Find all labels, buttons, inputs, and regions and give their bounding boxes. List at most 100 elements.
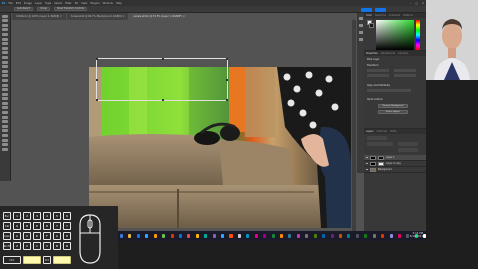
transform-handle[interactable]	[96, 58, 98, 60]
taskbar-app-icon[interactable]	[389, 234, 393, 238]
menu-help[interactable]: Help	[116, 2, 122, 5]
auto-select-checkbox[interactable]: Auto-Select:	[14, 7, 34, 11]
menu-type[interactable]: Type	[45, 2, 51, 5]
taskbar-app-icon[interactable]	[280, 234, 284, 238]
taskbar-app-icon[interactable]	[170, 234, 174, 238]
tab-gradients[interactable]: Gradients	[389, 14, 400, 17]
tool-icon[interactable]	[2, 147, 8, 151]
taskbar-app-icon[interactable]	[381, 234, 385, 238]
tool-icon[interactable]	[2, 120, 8, 124]
tool-icon[interactable]	[2, 101, 8, 105]
app-logo[interactable]: Ps	[2, 2, 5, 5]
remove-background-button[interactable]: Remove Background	[378, 104, 408, 108]
taskbar-app-icon[interactable]	[212, 234, 216, 238]
tool-icon[interactable]	[2, 138, 8, 142]
tab-adjustments[interactable]: Adjustments	[381, 52, 395, 55]
height-field[interactable]	[394, 69, 416, 72]
taskbar-app-icon[interactable]	[178, 234, 182, 238]
tool-icon[interactable]	[2, 97, 8, 101]
share-button[interactable]	[361, 7, 372, 12]
width-field[interactable]	[367, 69, 389, 72]
history-icon[interactable]	[358, 17, 363, 20]
minimize-button[interactable]: –	[410, 2, 411, 5]
x-field[interactable]	[367, 74, 389, 77]
show-transform-checkbox[interactable]: Show Transform Controls	[54, 7, 88, 11]
taskbar-app-icon[interactable]	[338, 234, 342, 238]
menu-layer[interactable]: Layer	[35, 2, 42, 5]
taskbar-app-icon[interactable]	[322, 234, 326, 238]
taskbar-app-icon[interactable]	[347, 234, 351, 238]
tool-icon[interactable]	[2, 32, 8, 36]
tab-paths[interactable]: Paths	[390, 130, 396, 133]
system-tray-clock[interactable]: 3:14 PM 5/19/2021	[410, 232, 423, 239]
taskbar-app-icon[interactable]	[246, 234, 250, 238]
tool-icon[interactable]	[2, 14, 8, 18]
tool-icon[interactable]	[2, 55, 8, 59]
taskbar-app-icon[interactable]	[145, 234, 149, 238]
layer-row[interactable]: Background	[364, 167, 426, 173]
tab-libraries[interactable]: Libraries	[398, 52, 408, 55]
opacity-field[interactable]	[398, 142, 418, 146]
paragraph-icon[interactable]	[358, 38, 363, 41]
color-picker-field[interactable]	[376, 20, 414, 50]
eye-icon[interactable]	[366, 162, 368, 165]
tool-icon[interactable]	[2, 83, 8, 87]
tab-color[interactable]: Color	[366, 14, 372, 17]
eye-icon[interactable]	[366, 168, 368, 171]
tool-icon[interactable]	[2, 111, 8, 115]
taskbar-app-icon[interactable]	[229, 234, 233, 238]
auto-select-dropdown[interactable]: Group	[37, 7, 51, 11]
taskbar-app-icon[interactable]	[364, 234, 368, 238]
tool-icon[interactable]	[2, 129, 8, 133]
tool-icon[interactable]	[2, 23, 8, 27]
select-subject-button[interactable]: Select Subject	[378, 110, 408, 114]
taskbar-app-icon[interactable]	[288, 234, 292, 238]
tool-icon[interactable]	[2, 134, 8, 138]
menu-window[interactable]: Window	[103, 2, 113, 5]
transform-handle[interactable]	[226, 58, 228, 60]
menu-filter[interactable]: Filter	[65, 2, 71, 5]
tab-screenshot[interactable]: Screenshot @ 66.7% (Background, RGB/8) ×	[66, 13, 129, 20]
tool-icon[interactable]	[2, 46, 8, 50]
blend-mode-dropdown[interactable]	[367, 142, 393, 146]
background-color-swatch[interactable]	[369, 23, 374, 28]
tool-icon[interactable]	[2, 19, 8, 23]
tool-icon[interactable]	[2, 42, 8, 46]
character-icon[interactable]	[358, 31, 363, 34]
tool-icon[interactable]	[2, 106, 8, 110]
tool-icon[interactable]	[2, 51, 8, 55]
taskbar-app-icon[interactable]	[372, 234, 376, 238]
y-field[interactable]	[394, 74, 416, 77]
taskbar-app-icon[interactable]	[204, 234, 208, 238]
taskbar-app-icon[interactable]	[355, 234, 359, 238]
eye-icon[interactable]	[366, 156, 368, 159]
menu-select[interactable]: Select	[54, 2, 62, 5]
menu-edit[interactable]: Edit	[16, 2, 21, 5]
taskbar-app-icon[interactable]	[305, 234, 309, 238]
tool-icon[interactable]	[2, 88, 8, 92]
tab-properties[interactable]: Properties	[366, 52, 378, 55]
taskbar-app-icon[interactable]	[296, 234, 300, 238]
tab-pexels-photo[interactable]: pexels-photo @ 33.3% (Layer 1, RGB/8*) ×	[129, 13, 189, 20]
vertical-scrollbar[interactable]	[352, 20, 356, 238]
brush-settings-icon[interactable]	[358, 24, 363, 27]
tab-swatches[interactable]: Swatches	[375, 14, 386, 17]
tab-untitled[interactable]: Untitled-1 @ 100% (Layer 0, RGB/8) ×	[12, 13, 66, 20]
taskbar-app-icon[interactable]	[237, 234, 241, 238]
search-button[interactable]	[375, 7, 386, 12]
document-canvas[interactable]	[89, 67, 351, 228]
taskbar-app-icon[interactable]	[271, 234, 275, 238]
taskbar-app-icon[interactable]	[263, 234, 267, 238]
tool-icon[interactable]	[2, 65, 8, 69]
tool-icon[interactable]	[2, 115, 8, 119]
taskbar-app-icon[interactable]	[254, 234, 258, 238]
tool-icon[interactable]	[2, 74, 8, 78]
tool-icon[interactable]	[2, 60, 8, 64]
menu-plugins[interactable]: Plugins	[90, 2, 99, 5]
taskbar-app-icon[interactable]	[120, 234, 124, 238]
hue-slider[interactable]	[416, 20, 420, 50]
tool-icon[interactable]	[2, 28, 8, 32]
taskbar-app-icon[interactable]	[162, 234, 166, 238]
tab-patterns[interactable]: Patterns	[403, 14, 412, 17]
transform-handle[interactable]	[162, 58, 164, 60]
